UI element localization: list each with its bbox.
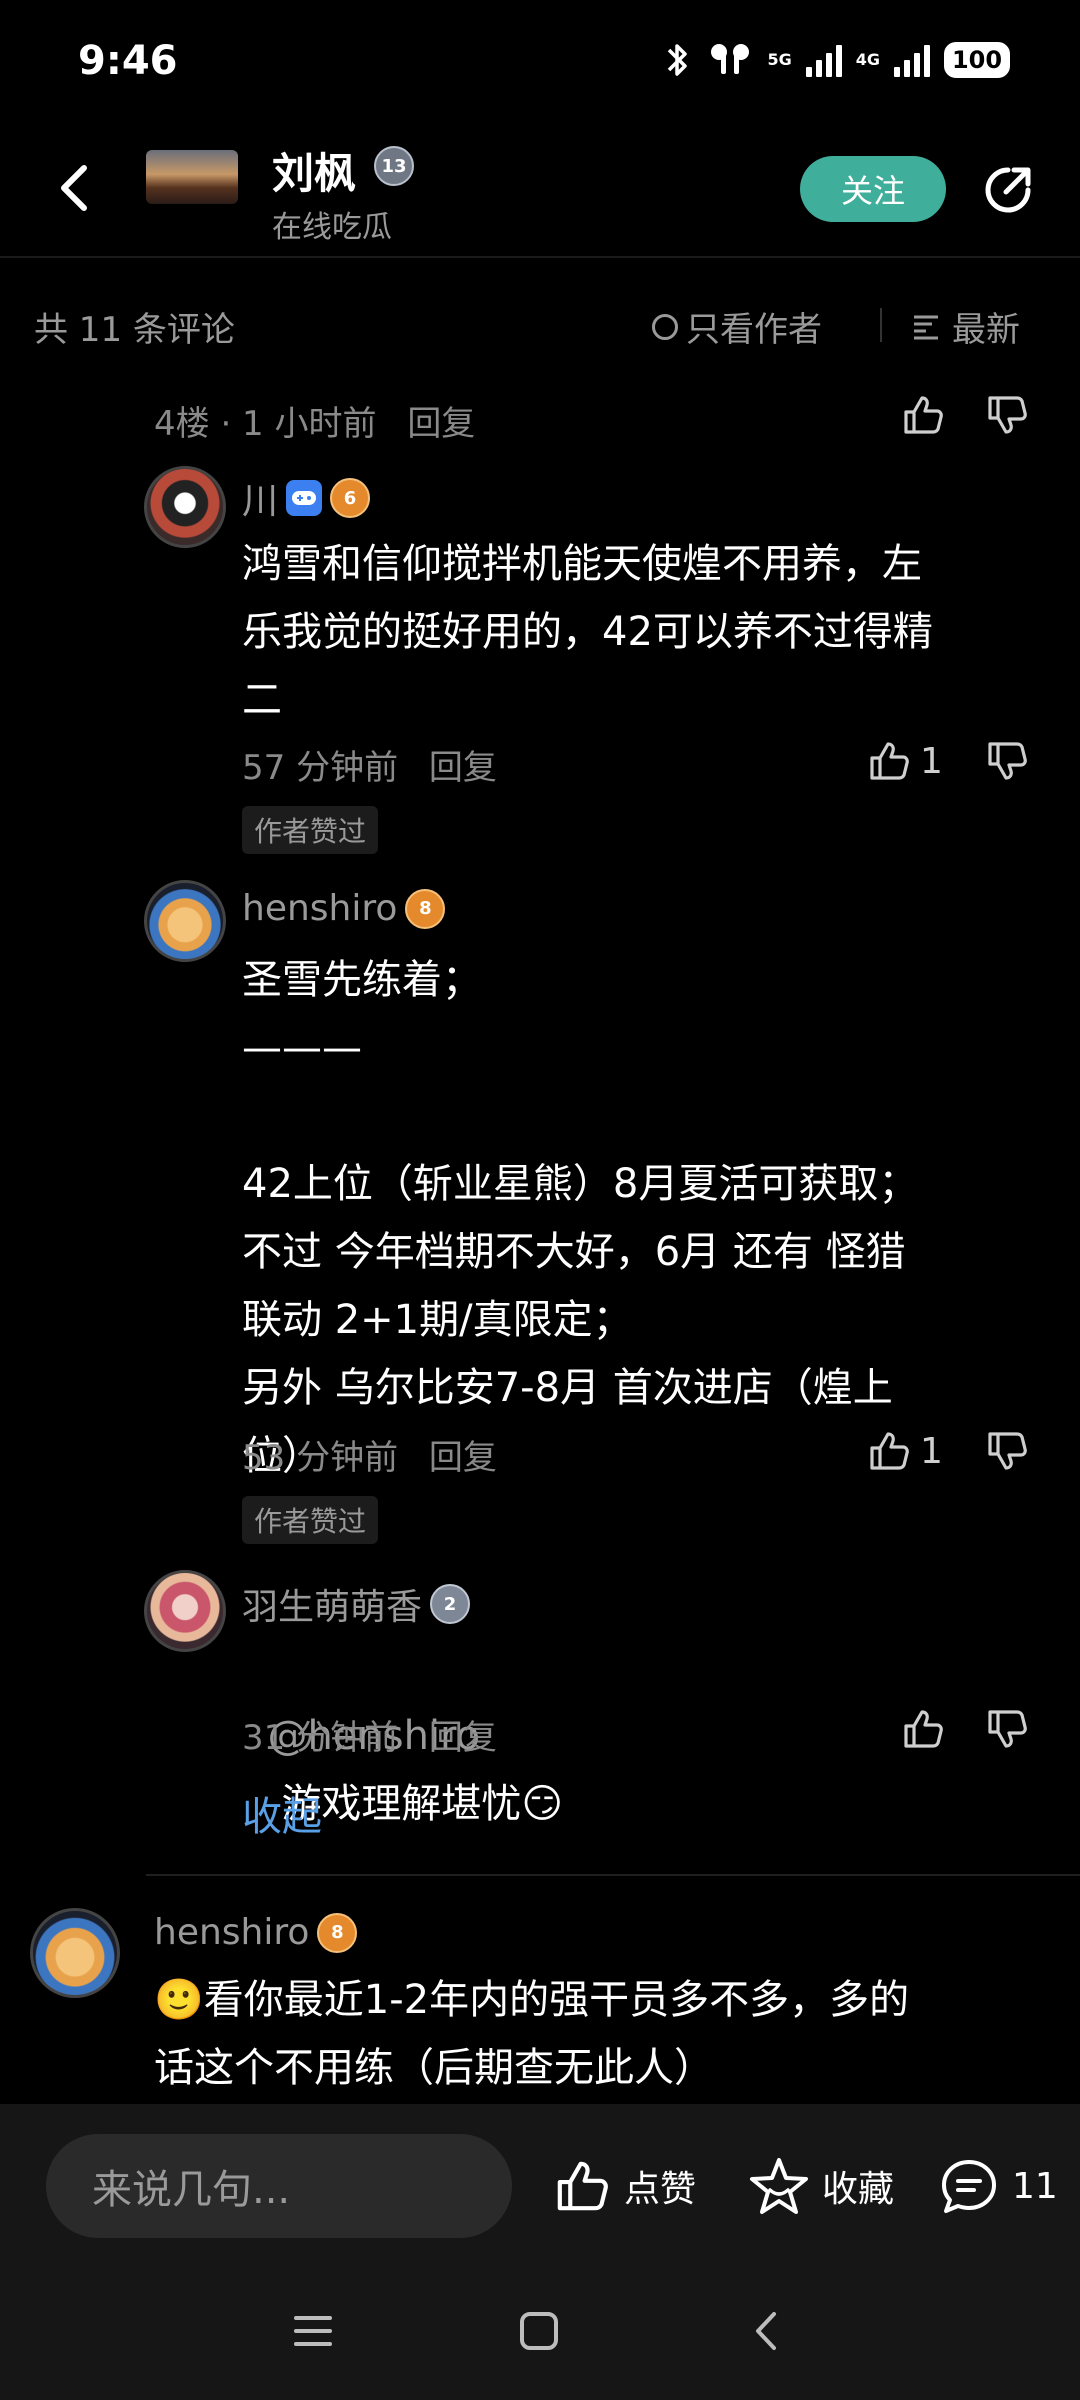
thumbs-up-icon — [904, 396, 943, 434]
floor-reply-link[interactable]: 回复 — [407, 404, 475, 444]
author-subtitle: 在线吃瓜 — [272, 210, 392, 245]
radio-icon — [652, 313, 678, 340]
thumbs-down-icon — [988, 396, 1027, 434]
comment-count-label: 11 — [1012, 2165, 1058, 2207]
home-icon[interactable] — [516, 2308, 562, 2354]
filter-divider — [880, 308, 882, 342]
like-count: 1 — [920, 1430, 943, 1472]
floor-label: 4楼 · 1 小时前 — [154, 404, 377, 444]
comment-avatar[interactable] — [30, 1908, 120, 1998]
comment-divider — [146, 1874, 1080, 1876]
reply-meta: 57 分钟前 回复 — [242, 740, 497, 789]
signal-5g-icon — [805, 43, 842, 77]
reply-time: 53 分钟前 — [242, 1438, 399, 1478]
reply-username: 川 — [242, 481, 279, 522]
bottom-action-bar: 来说几句... 点赞 收藏 11 — [0, 2104, 1080, 2264]
sort-icon — [914, 315, 938, 339]
thumbs-up-icon — [870, 1432, 909, 1470]
author-name[interactable]: 刘枫 — [272, 140, 356, 201]
reply-reply-link[interactable]: 回复 — [429, 1718, 497, 1758]
reply-avatar[interactable] — [144, 880, 226, 962]
like-count: 1 — [920, 740, 943, 782]
thumbs-up-icon — [557, 2161, 608, 2211]
level-badge: 6 — [330, 478, 371, 518]
comment-username: henshiro — [154, 1912, 310, 1953]
reply-reply-link[interactable]: 回复 — [429, 1438, 497, 1478]
back-arrow-icon[interactable] — [46, 158, 106, 218]
author-praised-tag: 作者赞过 — [242, 1496, 379, 1544]
bluetooth-icon — [668, 44, 688, 76]
follow-button[interactable]: 关注 — [800, 156, 946, 222]
level-badge: 8 — [317, 1912, 358, 1953]
floor-dislike-button[interactable] — [984, 392, 1030, 438]
level-badge: 2 — [430, 1584, 471, 1624]
reply-dislike-button[interactable] — [984, 1706, 1030, 1752]
share-icon[interactable] — [978, 160, 1038, 220]
like-label: 点赞 — [624, 2169, 697, 2210]
reply-content: 鸿雪和信仰搅拌机能天使煌不用养，左 乐我觉的挺好用的，42可以养不过得精 二 — [242, 541, 933, 723]
network-5g-label: 5G — [767, 50, 792, 69]
reply-like-button[interactable]: 1 — [866, 1428, 943, 1474]
favorite-label: 收藏 — [822, 2169, 895, 2210]
status-icons: 5G 4G 100 — [663, 40, 1010, 80]
reply-avatar[interactable] — [144, 1570, 226, 1652]
comment-bubble-icon — [942, 2160, 996, 2213]
reply-text: 游戏理解堪忧😏 — [281, 1781, 564, 1827]
author-level-badge: 13 — [374, 146, 414, 186]
star-icon — [750, 2158, 808, 2214]
status-bar: 9:46 5G 4G 100 — [0, 0, 1080, 120]
author-avatar[interactable] — [146, 150, 238, 204]
floor-like-button[interactable] — [900, 392, 946, 438]
reply-user[interactable]: 羽生萌萌香 2 — [242, 1578, 471, 1630]
thumbs-down-icon — [988, 742, 1027, 780]
like-action[interactable]: 点赞 — [552, 2156, 696, 2216]
battery-indicator: 100 — [944, 42, 1010, 78]
earbuds-icon — [711, 44, 750, 74]
reply-avatar[interactable] — [144, 466, 226, 548]
collapse-replies-link[interactable]: 收起 — [242, 1784, 322, 1842]
comment-user[interactable]: henshiro 8 — [154, 1912, 358, 1953]
reply-dislike-button[interactable] — [984, 1428, 1030, 1474]
favorite-action[interactable]: 收藏 — [748, 2156, 894, 2216]
comment-count: 共 11 条评论 — [34, 310, 235, 350]
level-badge: 8 — [405, 888, 446, 929]
author-praised-tag: 作者赞过 — [242, 806, 379, 854]
reply-username: 羽生萌萌香 — [242, 1587, 423, 1628]
reply-time: 57 分钟前 — [242, 748, 399, 788]
author-only-label: 只看作者 — [686, 310, 822, 350]
reply-username: henshiro — [242, 888, 398, 929]
thumbs-up-icon — [904, 1710, 943, 1748]
reply-reply-link[interactable]: 回复 — [429, 748, 497, 788]
signal-4g-icon — [894, 43, 930, 77]
comments-action[interactable]: 11 — [938, 2156, 1058, 2216]
header-divider — [0, 256, 1080, 258]
author-only-toggle[interactable]: 只看作者 — [652, 302, 822, 351]
reply-like-button[interactable]: 1 — [866, 738, 943, 784]
reply-user[interactable]: henshiro 8 — [242, 888, 446, 929]
thumbs-down-icon — [988, 1710, 1027, 1748]
gamepad-icon — [286, 480, 323, 516]
comment-filter-row: 共 11 条评论 只看作者 最新 — [0, 290, 1080, 354]
floor-meta: 4楼 · 1 小时前 回复 — [154, 396, 475, 445]
sort-button[interactable]: 最新 — [912, 302, 1020, 351]
system-nav-bar — [0, 2264, 1080, 2400]
reply-content: 圣雪先练着； ——— 42上位（斩业星熊）8月夏活可获取； 不过 今年档期不大好… — [242, 957, 919, 1479]
thumbs-down-icon — [988, 1432, 1027, 1470]
status-time: 9:46 — [78, 38, 178, 84]
reply-meta: 31 分钟前 回复 — [242, 1710, 497, 1759]
thumbs-up-icon — [870, 742, 909, 780]
sort-label: 最新 — [952, 310, 1020, 350]
comment-input[interactable]: 来说几句... — [46, 2134, 512, 2238]
comment-content: 🙂看你最近1-2年内的强干员多不多，多的 话这个不用练（后期查无此人） — [154, 1977, 910, 2091]
menu-icon[interactable] — [290, 2308, 336, 2354]
reply-meta: 53 分钟前 回复 — [242, 1430, 497, 1479]
reply-user[interactable]: 川 6 — [242, 472, 371, 524]
back-nav-icon[interactable] — [744, 2308, 790, 2354]
reply-like-button[interactable] — [900, 1706, 946, 1752]
reply-time: 31 分钟前 — [242, 1718, 399, 1758]
network-4g-label: 4G — [855, 50, 880, 69]
reply-dislike-button[interactable] — [984, 738, 1030, 784]
